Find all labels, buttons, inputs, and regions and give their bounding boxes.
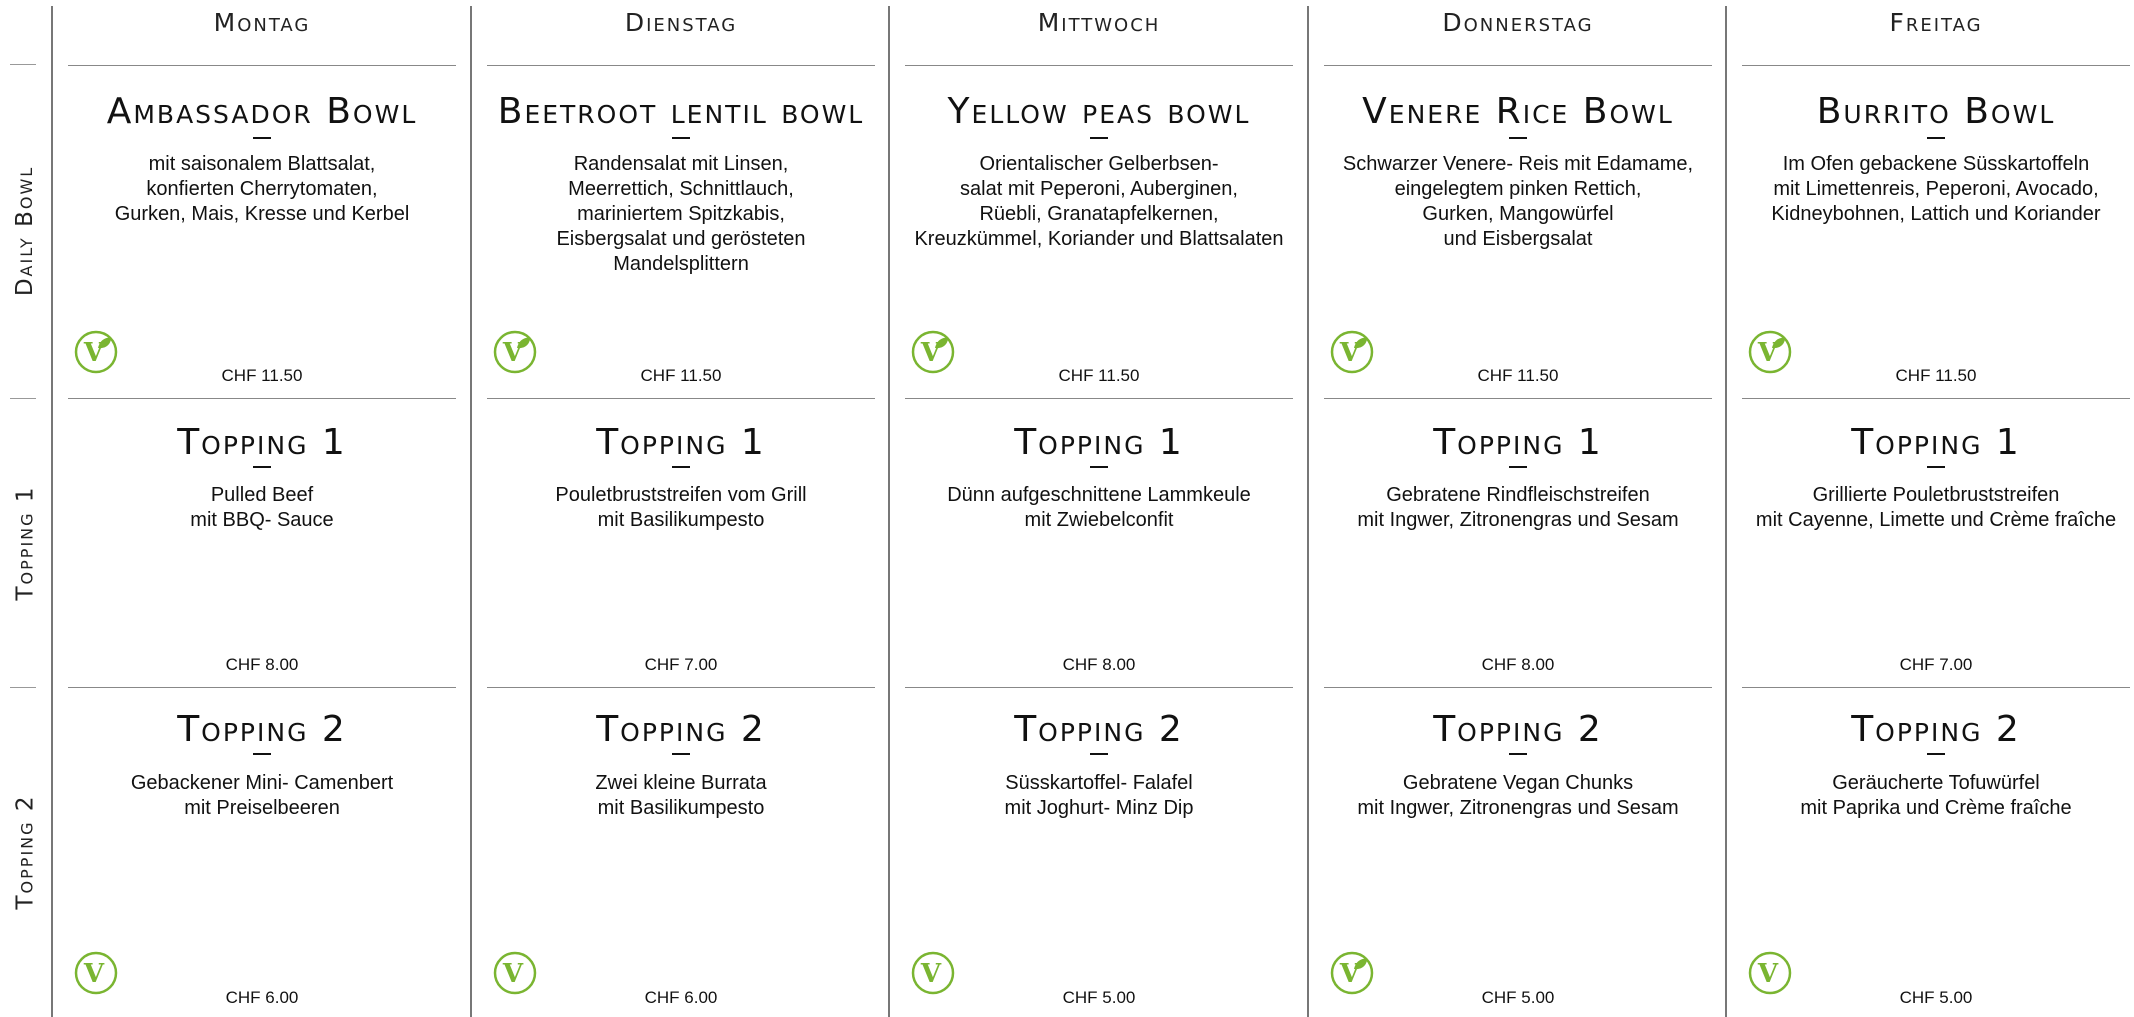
topping-2-price: CHF 6.00 xyxy=(225,988,299,1007)
day-column-donnerstag: Donnerstag Venere Rice Bowl Schwarzer Ve… xyxy=(1324,0,1712,1017)
topping-1-description: Pulled Beef mit BBQ- Sauce xyxy=(190,484,334,531)
topping-2-description: Süsskartoffel- Falafel mit Joghurt- Minz… xyxy=(1004,772,1194,819)
title-dash xyxy=(1090,137,1108,139)
daily-bowl-price: CHF 11.50 xyxy=(1058,366,1140,385)
topping-1-title: Topping 1 xyxy=(1433,422,1603,463)
topping-2-cell: Topping 2 Geräucherte Tofuwürfel mit Pap… xyxy=(1742,688,2130,1017)
title-dash xyxy=(672,137,690,139)
daily-bowl-cell: Beetroot lentil bowl Randensalat mit Lin… xyxy=(487,66,875,398)
title-dash xyxy=(1509,137,1527,139)
daily-bowl-description: Im Ofen gebackene Süsskartoffeln mit Lim… xyxy=(1771,153,2101,225)
topping-2-price: CHF 5.00 xyxy=(1062,988,1136,1007)
row-label-topping-1-text: Topping 1 xyxy=(12,485,39,600)
title-dash xyxy=(1509,466,1527,468)
title-dash xyxy=(1509,753,1527,755)
topping-2-description: Zwei kleine Burrata mit Basilikumpesto xyxy=(595,772,767,819)
day-column-freitag: Freitag Burrito Bowl Im Ofen gebackene S… xyxy=(1742,0,2130,1017)
day-name: Donnerstag xyxy=(1442,8,1594,37)
day-column-montag: Montag Ambassador Bowl mit saisonalem Bl… xyxy=(68,0,456,1017)
daily-bowl-description: Randensalat mit Linsen, Meerrettich, Sch… xyxy=(556,153,806,275)
day-name: Freitag xyxy=(1889,8,1983,37)
topping-2-title: Topping 2 xyxy=(1014,709,1184,750)
topping-2-cell: Topping 2 Gebratene Vegan Chunks mit Ing… xyxy=(1324,688,1712,1017)
topping-2-description: Gebratene Vegan Chunks mit Ingwer, Zitro… xyxy=(1357,772,1679,819)
daily-bowl-title: Burrito Bowl xyxy=(1816,91,2056,132)
topping-1-description: Grillierte Pouletbruststreifen mit Cayen… xyxy=(1755,484,2117,531)
topping-2-cell: Topping 2 Gebackener Mini- Camenbert mit… xyxy=(68,688,456,1017)
topping-2-cell: Topping 2 Süsskartoffel- Falafel mit Jog… xyxy=(905,688,1293,1017)
daily-bowl-price: CHF 11.50 xyxy=(221,366,303,385)
daily-bowl-price: CHF 11.50 xyxy=(640,366,722,385)
daily-bowl-price: CHF 11.50 xyxy=(1477,366,1559,385)
topping-1-cell: Topping 1 Pulled Beef mit BBQ- Sauce CHF… xyxy=(68,399,456,687)
title-dash xyxy=(253,753,271,755)
daily-bowl-title: Ambassador Bowl xyxy=(106,91,418,132)
daily-bowl-cell: Yellow peas bowl Orientalischer Gelberbs… xyxy=(905,66,1293,398)
topping-2-title: Topping 2 xyxy=(596,709,766,750)
title-dash xyxy=(1927,137,1945,139)
topping-1-title: Topping 1 xyxy=(177,422,347,463)
row-label-topping-2: Topping 2 xyxy=(0,687,50,1017)
svg-text:V: V xyxy=(83,959,105,989)
topping-1-price: CHF 8.00 xyxy=(1062,655,1136,674)
title-dash xyxy=(1090,466,1108,468)
daily-bowl-cell: Venere Rice Bowl Schwarzer Venere- Reis … xyxy=(1324,66,1712,398)
column-divider xyxy=(470,6,472,1017)
title-dash xyxy=(1927,753,1945,755)
daily-bowl-title: Yellow peas bowl xyxy=(947,91,1251,132)
topping-1-description: Gebratene Rindfleischstreifen mit Ingwer… xyxy=(1357,484,1679,531)
daily-bowl-description: Schwarzer Venere- Reis mit Edamame, eing… xyxy=(1342,153,1694,250)
topping-2-title: Topping 2 xyxy=(1433,709,1603,750)
day-column-dienstag: Dienstag Beetroot lentil bowl Randensala… xyxy=(487,0,875,1017)
topping-2-title: Topping 2 xyxy=(177,709,347,750)
topping-1-description: Pouletbruststreifen vom Grill mit Basili… xyxy=(555,484,807,531)
topping-2-price: CHF 5.00 xyxy=(1481,988,1555,1007)
row-label-daily-bowl-text: Daily Bowl xyxy=(12,165,39,297)
svg-text:V: V xyxy=(920,959,942,989)
topping-2-description: Gebackener Mini- Camenbert mit Preiselbe… xyxy=(130,772,394,819)
svg-text:V: V xyxy=(1757,959,1779,989)
daily-bowl-cell: Ambassador Bowl mit saisonalem Blattsala… xyxy=(68,66,456,398)
topping-1-cell: Topping 1 Grillierte Pouletbruststreifen… xyxy=(1742,399,2130,687)
title-dash xyxy=(672,753,690,755)
topping-1-cell: Topping 1 Gebratene Rindfleischstreifen … xyxy=(1324,399,1712,687)
topping-1-price: CHF 8.00 xyxy=(1481,655,1555,674)
svg-text:V: V xyxy=(502,959,524,989)
daily-bowl-cell: Burrito Bowl Im Ofen gebackene Süsskarto… xyxy=(1742,66,2130,398)
title-dash xyxy=(253,137,271,139)
daily-bowl-title: Venere Rice Bowl xyxy=(1362,91,1674,132)
title-dash xyxy=(253,466,271,468)
column-divider xyxy=(1307,6,1309,1017)
daily-bowl-description: mit saisonalem Blattsalat, konfierten Ch… xyxy=(114,153,410,225)
topping-2-cell: Topping 2 Zwei kleine Burrata mit Basili… xyxy=(487,688,875,1017)
row-label-topping-2-text: Topping 2 xyxy=(12,794,39,910)
topping-1-price: CHF 7.00 xyxy=(1899,655,1973,674)
column-divider xyxy=(51,6,53,1017)
day-name: Montag xyxy=(213,8,311,37)
topping-1-cell: Topping 1 Pouletbruststreifen vom Grill … xyxy=(487,399,875,687)
topping-1-title: Topping 1 xyxy=(1851,422,2021,463)
day-name: Dienstag xyxy=(624,8,738,37)
topping-2-price: CHF 5.00 xyxy=(1899,988,1973,1007)
topping-1-price: CHF 7.00 xyxy=(644,655,718,674)
row-label-daily-bowl: Daily Bowl xyxy=(0,64,50,398)
title-dash xyxy=(1090,753,1108,755)
daily-bowl-price: CHF 11.50 xyxy=(1895,366,1977,385)
topping-1-description: Dünn aufgeschnittene Lammkeule mit Zwieb… xyxy=(947,484,1251,531)
title-dash xyxy=(1927,466,1945,468)
topping-2-price: CHF 6.00 xyxy=(644,988,718,1007)
title-dash xyxy=(672,466,690,468)
day-column-mittwoch: Mittwoch Yellow peas bowl Orientalischer… xyxy=(905,0,1293,1017)
row-label-topping-1: Topping 1 xyxy=(0,398,50,687)
topping-2-title: Topping 2 xyxy=(1851,709,2021,750)
daily-bowl-description: Orientalischer Gelberbsen- salat mit Pep… xyxy=(914,153,1284,250)
topping-1-price: CHF 8.00 xyxy=(225,655,299,674)
topping-1-title: Topping 1 xyxy=(1014,422,1184,463)
topping-1-cell: Topping 1 Dünn aufgeschnittene Lammkeule… xyxy=(905,399,1293,687)
daily-bowl-title: Beetroot lentil bowl xyxy=(497,91,865,132)
topping-1-title: Topping 1 xyxy=(596,422,766,463)
day-name: Mittwoch xyxy=(1037,8,1161,37)
topping-2-description: Geräucherte Tofuwürfel mit Paprika und C… xyxy=(1800,772,2072,819)
